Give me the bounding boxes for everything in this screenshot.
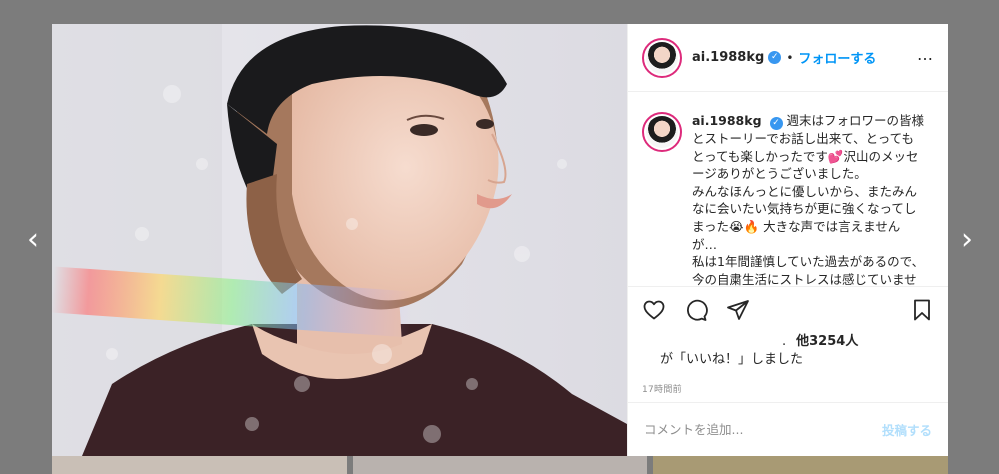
verified-badge-icon: ✓	[768, 51, 782, 64]
post-modal: ai.1988kg ✓ • フォローする … ai.1988kg ✓ 週末はフォ…	[52, 24, 948, 456]
bookmark-icon[interactable]	[910, 298, 934, 322]
paper-plane-icon[interactable]	[726, 298, 750, 322]
caption-line: みんなほんっとに優しいから、またみん	[692, 183, 918, 199]
comment-icon[interactable]	[684, 298, 708, 322]
thumbnail-3	[653, 456, 949, 474]
thumbnail-1	[52, 456, 347, 474]
more-options-icon[interactable]: …	[917, 46, 934, 66]
username-link[interactable]: ai.1988kg	[692, 50, 764, 65]
caption-line: 週末はフォロワーの皆様	[786, 113, 925, 128]
comment-input[interactable]	[644, 422, 882, 437]
avatar-image	[646, 116, 678, 148]
thumbnail-2	[352, 456, 648, 474]
caption-line: が…	[692, 236, 718, 252]
likes-dot: .	[782, 334, 787, 349]
action-bar	[628, 287, 948, 333]
caption-line: ージありがとうございました。	[692, 166, 867, 182]
caption-line: とっても楽しかったです💕沢山のメッセ	[692, 148, 919, 164]
previous-post-arrow-icon[interactable]: ‹	[21, 224, 45, 256]
caption-text: ai.1988kg ✓ 週末はフォロワーの皆様 とストーリーでお話し出来て、とっ…	[692, 112, 932, 287]
background-thumbnails	[52, 456, 949, 474]
caption-line: まった😭🔥 大きな声では言えません	[692, 218, 901, 234]
caption-username-link[interactable]: ai.1988kg	[692, 113, 762, 128]
post-header: ai.1988kg ✓ • フォローする …	[628, 24, 948, 92]
caption-line: 今の自粛生活にストレスは感じていませ	[692, 271, 917, 287]
caption-line: 私は1年間謹慎していた過去があるので、	[692, 254, 925, 270]
post-sidebar: ai.1988kg ✓ • フォローする … ai.1988kg ✓ 週末はフォ…	[627, 24, 948, 456]
likes-count-link[interactable]: 他3254人	[796, 334, 858, 349]
verified-badge-icon: ✓	[769, 117, 783, 130]
next-post-arrow-icon[interactable]: ›	[955, 224, 979, 256]
caption-line: とストーリーでお話し出来て、とっても	[692, 131, 915, 146]
likes-summary: . 他3254人 が「いいね！」しました	[628, 333, 948, 377]
caption-line: なに会いたい気持ちが更に強くなってし	[692, 201, 917, 217]
likes-text: が「いいね！」しました	[660, 352, 804, 367]
follow-button[interactable]: フォローする	[798, 48, 876, 67]
post-photo	[52, 24, 627, 456]
caption-section[interactable]: ai.1988kg ✓ 週末はフォロワーの皆様 とストーリーでお話し出来て、とっ…	[628, 92, 948, 287]
caption-avatar[interactable]	[642, 112, 682, 152]
separator-dot: •	[786, 50, 794, 65]
comment-form: 投稿する	[628, 403, 948, 456]
post-comment-button[interactable]: 投稿する	[882, 420, 932, 439]
post-photo-illustration	[52, 24, 627, 456]
heart-icon[interactable]	[642, 298, 666, 322]
post-timestamp[interactable]: 17時間前	[628, 377, 948, 403]
avatar-image	[646, 41, 678, 74]
avatar[interactable]	[642, 37, 682, 78]
